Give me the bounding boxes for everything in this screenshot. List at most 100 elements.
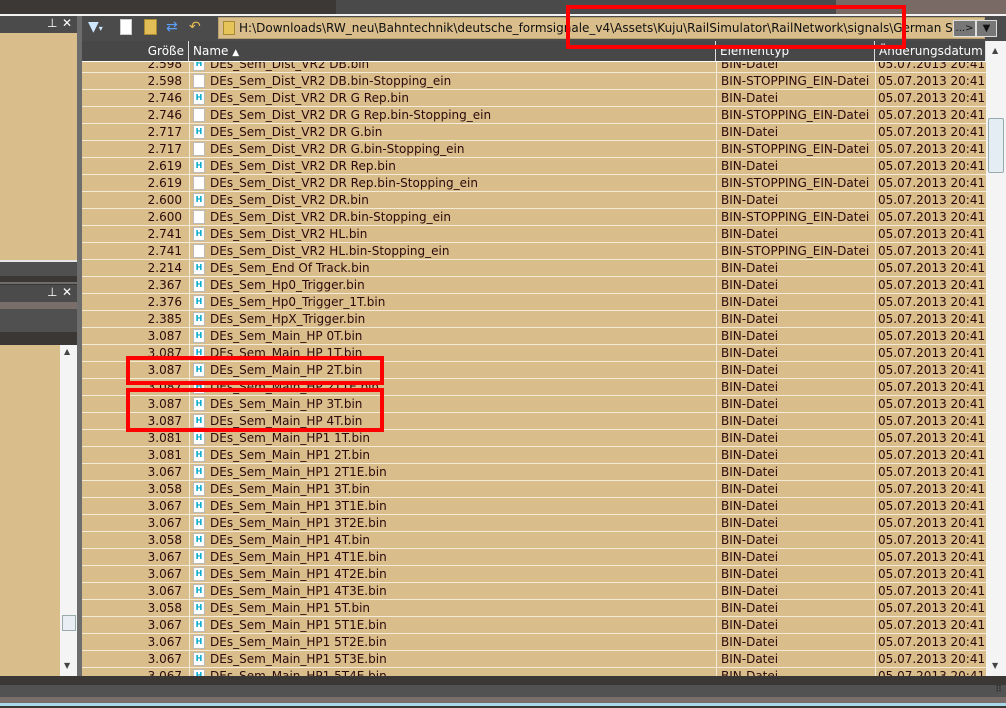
back-icon[interactable]: ↶	[189, 19, 201, 35]
file-name[interactable]: DEs_Sem_End Of Track.bin	[210, 260, 370, 276]
file-name[interactable]: DEs_Sem_Hp0_Trigger.bin	[210, 277, 365, 293]
file-row[interactable]: 2.741 DEs_Sem_Dist_VR2 HL.bin-Stopping_ei…	[82, 243, 986, 260]
address-path[interactable]: H:\Downloads\RW_neu\Bahntechnik\deutsche…	[239, 21, 972, 35]
file-row[interactable]: 3.058 H DEs_Sem_Main_HP1 3T.bin BIN-Datei 05…	[82, 481, 986, 498]
file-name[interactable]: DEs_Sem_Main_HP1 3T.bin	[210, 481, 370, 497]
file-name[interactable]: DEs_Sem_Dist_VR2 DR.bin-Stopping_ein	[210, 209, 451, 225]
file-name[interactable]: DEs_Sem_Dist_VR2 HL.bin-Stopping_ein	[210, 243, 449, 259]
file-row[interactable]: 2.741 H DEs_Sem_Dist_VR2 HL.bin BIN-Datei 05…	[82, 226, 986, 243]
file-row[interactable]: 2.619 H DEs_Sem_Dist_VR2 DR Rep.bin BIN-Dat…	[82, 158, 986, 175]
file-name[interactable]: DEs_Sem_Dist_VR2 DR G.bin	[210, 124, 382, 140]
file-row[interactable]: 2.214 H DEs_Sem_End Of Track.bin BIN-Datei 0…	[82, 260, 986, 277]
filter-icon[interactable]: ▼▾	[88, 19, 103, 35]
file-name[interactable]: DEs_Sem_Main_HP 3T.bin	[210, 396, 362, 412]
file-row[interactable]: 3.058 H DEs_Sem_Main_HP1 4T.bin BIN-Datei 05…	[82, 532, 986, 549]
file-row[interactable]: 3.087 H DEs_Sem_Main_HP 3T.bin BIN-Datei 05.…	[82, 396, 986, 413]
file-name[interactable]: DEs_Sem_Dist_VR2 DR Rep.bin	[210, 158, 396, 174]
file-row[interactable]: 3.067 H DEs_Sem_Main_HP1 5T1E.bin BIN-Datei…	[82, 617, 986, 634]
file-row[interactable]: 2.746 H DEs_Sem_Dist_VR2 DR G Rep.bin BIN-D…	[82, 90, 986, 107]
file-type: BIN-STOPPING_EIN-Datei	[721, 176, 870, 190]
file-name[interactable]: DEs_Sem_Main_HP1 4T3E.bin	[210, 583, 387, 599]
file-name[interactable]: DEs_Sem_Dist_VR2 HL.bin	[210, 226, 367, 242]
column-header-type[interactable]: Elementtyp	[716, 41, 875, 61]
file-name[interactable]: DEs_Sem_Main_HP1 4T.bin	[210, 532, 370, 548]
file-name[interactable]: DEs_Sem_Main_HP1 5T2E.bin	[210, 634, 387, 650]
file-name[interactable]: DEs_Sem_Main_HP 2T1E.bin	[210, 379, 379, 395]
file-name[interactable]: DEs_Sem_Main_HP 2T.bin	[210, 362, 362, 378]
scroll-up-icon[interactable]: ▲	[64, 347, 70, 356]
file-name[interactable]: DEs_Sem_Main_HP1 4T2E.bin	[210, 566, 387, 582]
scroll-down-icon[interactable]: ▼	[992, 661, 998, 670]
file-name[interactable]: DEs_Sem_Main_HP 4T.bin	[210, 413, 362, 429]
refresh-icon[interactable]: ⇄	[166, 19, 178, 35]
file-row[interactable]: 3.067 H DEs_Sem_Main_HP1 4T2E.bin BIN-Datei…	[82, 566, 986, 583]
file-name[interactable]: DEs_Sem_Main_HP1 4T1E.bin	[210, 549, 387, 565]
file-row[interactable]: 2.598 DEs_Sem_Dist_VR2 DB.bin-Stopping_ei…	[82, 73, 986, 90]
file-name[interactable]: DEs_Sem_Main_HP1 5T1E.bin	[210, 617, 387, 633]
column-header-date[interactable]: Änderungsdatum	[875, 41, 986, 61]
file-row[interactable]: 2.385 H DEs_Sem_HpX_Trigger.bin BIN-Datei 05…	[82, 311, 986, 328]
file-list-scrollbar-thumb[interactable]	[988, 118, 1004, 173]
file-name[interactable]: DEs_Sem_Dist_VR2 DR G Rep.bin	[210, 90, 409, 106]
scroll-up-icon[interactable]: ▲	[992, 46, 998, 55]
file-row[interactable]: 3.067 H DEs_Sem_Main_HP1 4T1E.bin BIN-Datei…	[82, 549, 986, 566]
file-name[interactable]: DEs_Sem_Main_HP1 5T4E.bin	[210, 668, 387, 676]
left-scrollbar-thumb[interactable]	[62, 615, 76, 631]
file-row[interactable]: 3.067 H DEs_Sem_Main_HP1 5T4E.bin BIN-Datei…	[82, 668, 986, 676]
file-row[interactable]: 3.087 H DEs_Sem_Main_HP 0T.bin BIN-Datei 05.…	[82, 328, 986, 345]
file-row[interactable]: 3.067 H DEs_Sem_Main_HP1 2T1E.bin BIN-Datei…	[82, 464, 986, 481]
file-row[interactable]: 2.376 H DEs_Sem_Hp0_Trigger_1T.bin BIN-Date…	[82, 294, 986, 311]
file-name[interactable]: DEs_Sem_Dist_VR2 DR Rep.bin-Stopping_ein	[210, 175, 478, 191]
close-icon[interactable]: ✕	[62, 285, 72, 299]
file-date: 05.07.2013 20:41	[878, 346, 986, 360]
file-row[interactable]: 3.058 H DEs_Sem_Main_HP1 5T.bin BIN-Datei 05…	[82, 600, 986, 617]
file-row[interactable]: 2.367 H DEs_Sem_Hp0_Trigger.bin BIN-Datei 05…	[82, 277, 986, 294]
file-name[interactable]: DEs_Sem_Main_HP 1T.bin	[210, 345, 362, 361]
file-row[interactable]: 3.067 H DEs_Sem_Main_HP1 4T3E.bin BIN-Datei…	[82, 583, 986, 600]
file-name[interactable]: DEs_Sem_Main_HP1 2T1E.bin	[210, 464, 387, 480]
file-row[interactable]: 3.087 H DEs_Sem_Main_HP 2T.bin BIN-Datei 05.…	[82, 362, 986, 379]
file-name[interactable]: DEs_Sem_Main_HP 0T.bin	[210, 328, 362, 344]
close-icon[interactable]: ✕	[62, 16, 72, 30]
column-header-size[interactable]: Größe	[82, 41, 189, 61]
file-name[interactable]: DEs_Sem_Main_HP1 3T2E.bin	[210, 515, 387, 531]
file-name[interactable]: DEs_Sem_Main_HP1 1T.bin	[210, 430, 370, 446]
file-row[interactable]: 3.087 H DEs_Sem_Main_HP 2T1E.bin BIN-Datei 0…	[82, 379, 986, 396]
file-row[interactable]: 2.600 DEs_Sem_Dist_VR2 DR.bin-Stopping_ei…	[82, 209, 986, 226]
file-name[interactable]: DEs_Sem_Dist_VR2 DB.bin-Stopping_ein	[210, 73, 451, 89]
file-row[interactable]: 3.081 H DEs_Sem_Main_HP1 2T.bin BIN-Datei 05…	[82, 447, 986, 464]
file-name[interactable]: DEs_Sem_Main_HP1 5T3E.bin	[210, 651, 387, 667]
new-file-icon[interactable]	[120, 19, 132, 35]
file-row[interactable]: 3.087 H DEs_Sem_Main_HP 4T.bin BIN-Datei 05.…	[82, 413, 986, 430]
file-name[interactable]: DEs_Sem_Main_HP1 3T1E.bin	[210, 498, 387, 514]
file-row[interactable]: 3.081 H DEs_Sem_Main_HP1 1T.bin BIN-Datei 05…	[82, 430, 986, 447]
file-row[interactable]: 3.067 H DEs_Sem_Main_HP1 5T3E.bin BIN-Datei…	[82, 651, 986, 668]
file-row[interactable]: 2.600 H DEs_Sem_Dist_VR2 DR.bin BIN-Datei 05…	[82, 192, 986, 209]
resize-grip-icon[interactable]: ⠿	[995, 685, 1002, 695]
file-row[interactable]: 3.067 H DEs_Sem_Main_HP1 3T1E.bin BIN-Datei…	[82, 498, 986, 515]
file-name[interactable]: DEs_Sem_Dist_VR2 DB.bin	[210, 62, 369, 72]
file-row[interactable]: 3.087 H DEs_Sem_Main_HP 1T.bin BIN-Datei 05.…	[82, 345, 986, 362]
file-name[interactable]: DEs_Sem_Dist_VR2 DR.bin	[210, 192, 369, 208]
file-row[interactable]: 2.598 H DEs_Sem_Dist_VR2 DB.bin BIN-Datei 05…	[82, 62, 986, 73]
file-row[interactable]: 2.746 DEs_Sem_Dist_VR2 DR G Rep.bin-Stopp…	[82, 107, 986, 124]
file-name[interactable]: DEs_Sem_HpX_Trigger.bin	[210, 311, 365, 327]
address-dropdown-button[interactable]: ▼	[976, 20, 997, 37]
pin-icon[interactable]: ⊥	[47, 285, 57, 299]
file-name[interactable]: DEs_Sem_Hp0_Trigger_1T.bin	[210, 294, 385, 310]
pin-icon[interactable]: ⊥	[47, 16, 57, 30]
go-button[interactable]: ...>	[953, 20, 976, 37]
file-row[interactable]: 3.067 H DEs_Sem_Main_HP1 5T2E.bin BIN-Datei…	[82, 634, 986, 651]
file-row[interactable]: 2.619 DEs_Sem_Dist_VR2 DR Rep.bin-Stoppin…	[82, 175, 986, 192]
column-header-name[interactable]: Name ▲	[189, 41, 716, 61]
file-row[interactable]: 2.717 H DEs_Sem_Dist_VR2 DR G.bin BIN-Datei…	[82, 124, 986, 141]
new-folder-icon[interactable]	[144, 19, 157, 35]
file-name[interactable]: DEs_Sem_Main_HP1 5T.bin	[210, 600, 370, 616]
file-row[interactable]: 2.717 DEs_Sem_Dist_VR2 DR G.bin-Stopping_…	[82, 141, 986, 158]
file-row[interactable]: 3.067 H DEs_Sem_Main_HP1 3T2E.bin BIN-Datei…	[82, 515, 986, 532]
scroll-down-icon[interactable]: ▼	[64, 661, 70, 670]
file-name[interactable]: DEs_Sem_Dist_VR2 DR G.bin-Stopping_ein	[210, 141, 464, 157]
file-name[interactable]: DEs_Sem_Main_HP1 2T.bin	[210, 447, 370, 463]
file-name[interactable]: DEs_Sem_Dist_VR2 DR G Rep.bin-Stopping_e…	[210, 107, 491, 123]
address-bar[interactable]: H:\Downloads\RW_neu\Bahntechnik\deutsche…	[218, 17, 997, 39]
